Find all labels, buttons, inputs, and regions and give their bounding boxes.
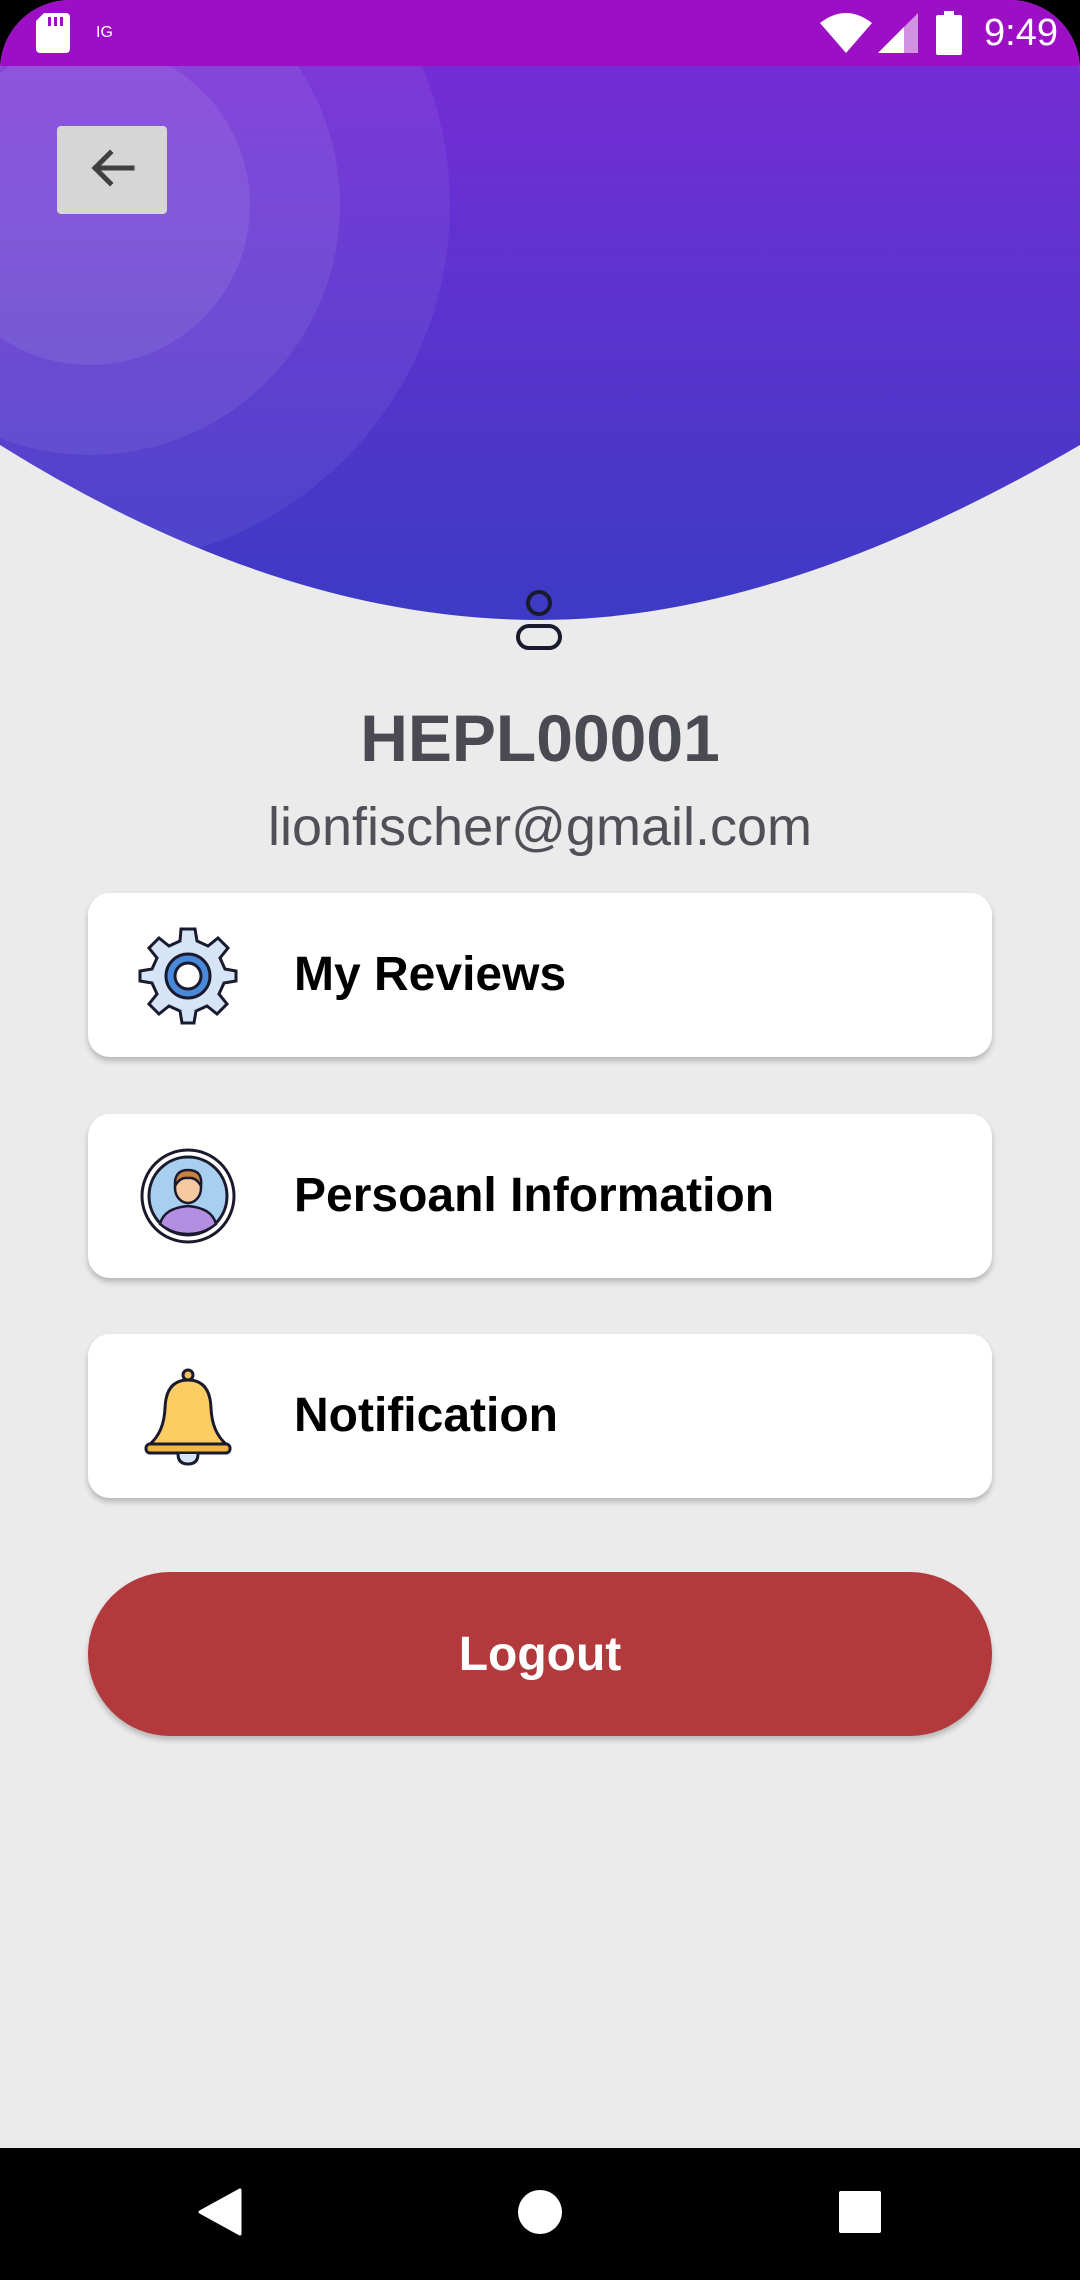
square-recents-icon bbox=[839, 2190, 881, 2238]
triangle-back-icon bbox=[198, 2188, 242, 2241]
user-avatar-icon bbox=[138, 1146, 238, 1246]
navigation-bar bbox=[0, 2148, 1080, 2280]
header-background bbox=[0, 0, 1080, 620]
battery-icon bbox=[936, 0, 962, 66]
my-reviews-label: My Reviews bbox=[294, 948, 567, 1001]
signal-icon bbox=[878, 0, 918, 66]
personal-information-card[interactable]: Persoanl Information bbox=[88, 1114, 992, 1278]
status-bar: IG 9:49 bbox=[0, 0, 1080, 66]
notification-label: Notification bbox=[294, 1389, 558, 1442]
user-email: lionfischer@gmail.com bbox=[268, 797, 812, 857]
screen: IG 9:49 HEPL00001 lionfischer@gmail.com bbox=[0, 0, 1080, 2280]
user-id: HEPL00001 bbox=[360, 701, 720, 775]
notification-card[interactable]: Notification bbox=[88, 1334, 992, 1498]
bell-icon bbox=[138, 1366, 238, 1466]
gear-icon bbox=[138, 925, 238, 1025]
wifi-icon bbox=[820, 0, 872, 66]
nav-back-button[interactable] bbox=[160, 2148, 280, 2280]
personal-information-label: Persoanl Information bbox=[294, 1169, 775, 1222]
logout-button[interactable]: Logout bbox=[88, 1572, 992, 1736]
my-reviews-card[interactable]: My Reviews bbox=[88, 893, 992, 1057]
arrow-left-icon bbox=[88, 148, 136, 193]
notification-dot-icon: IG bbox=[96, 24, 113, 41]
profile-icon[interactable] bbox=[514, 590, 564, 652]
circle-home-icon bbox=[517, 2189, 563, 2240]
nav-home-button[interactable] bbox=[480, 2148, 600, 2280]
nav-recents-button[interactable] bbox=[800, 2148, 920, 2280]
sd-card-icon bbox=[36, 0, 70, 66]
back-button[interactable] bbox=[57, 126, 167, 214]
status-time: 9:49 bbox=[984, 12, 1058, 54]
